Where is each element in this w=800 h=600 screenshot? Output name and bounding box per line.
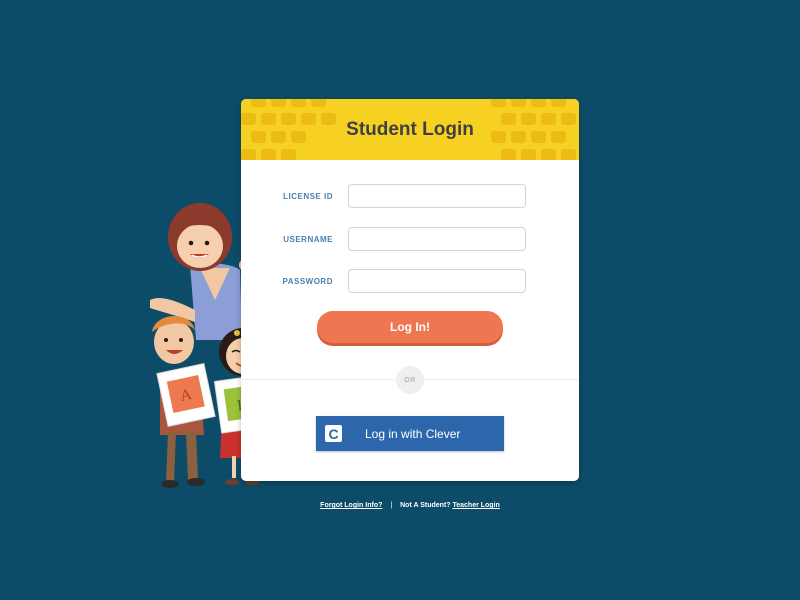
header-pattern-tile bbox=[311, 99, 326, 107]
login-card-header: Student Login bbox=[241, 99, 579, 160]
username-row: USERNAME bbox=[241, 226, 579, 252]
header-pattern-tile bbox=[561, 113, 576, 125]
clever-logo-icon: C bbox=[325, 425, 342, 442]
header-pattern-tile bbox=[561, 149, 576, 160]
header-pattern-tile bbox=[281, 113, 296, 125]
header-pattern-tile bbox=[531, 99, 546, 107]
header-pattern-tile bbox=[491, 131, 506, 143]
header-pattern-tile bbox=[511, 131, 526, 143]
header-pattern-tile bbox=[551, 99, 566, 107]
forgot-login-link[interactable]: Forgot Login Info? bbox=[320, 502, 382, 509]
header-pattern-tile bbox=[541, 113, 556, 125]
header-pattern-tile bbox=[241, 149, 256, 160]
header-pattern-tile bbox=[521, 113, 536, 125]
license-id-row: LICENSE ID bbox=[241, 183, 579, 209]
header-pattern-tile bbox=[261, 149, 276, 160]
password-label: PASSWORD bbox=[282, 276, 333, 286]
header-pattern-tile bbox=[321, 113, 336, 125]
header-pattern-tile bbox=[251, 131, 266, 143]
clever-button-label: Log in with Clever bbox=[365, 426, 461, 441]
login-card: Student Login LICENSE ID USERNAME PASSWO… bbox=[241, 99, 579, 481]
password-input[interactable] bbox=[348, 269, 526, 293]
header-pattern-tile bbox=[241, 113, 256, 125]
header-pattern-tile bbox=[301, 113, 316, 125]
log-in-button[interactable]: Log In! bbox=[317, 311, 503, 343]
or-badge: OR bbox=[396, 366, 424, 394]
header-pattern-tile bbox=[281, 149, 296, 160]
footer-links: Forgot Login Info? | Not A Student? Teac… bbox=[0, 502, 800, 509]
header-pattern-tile bbox=[551, 131, 566, 143]
header-pattern-tile bbox=[501, 149, 516, 160]
teacher-login-link[interactable]: Teacher Login bbox=[452, 502, 499, 509]
username-label: USERNAME bbox=[283, 234, 333, 244]
header-pattern-tile bbox=[251, 99, 266, 107]
header-pattern-tile bbox=[291, 99, 306, 107]
header-pattern-tile bbox=[271, 131, 286, 143]
header-pattern-tile bbox=[521, 149, 536, 160]
header-pattern-tile bbox=[501, 113, 516, 125]
header-pattern-tile bbox=[541, 149, 556, 160]
teacher-face bbox=[177, 224, 223, 268]
clever-login-button[interactable]: C Log in with Clever bbox=[316, 416, 504, 451]
not-student-text: Not A Student? bbox=[400, 502, 451, 509]
password-row: PASSWORD bbox=[241, 268, 579, 294]
header-pattern-tile bbox=[291, 131, 306, 143]
header-pattern-tile bbox=[531, 131, 546, 143]
header-pattern-tile bbox=[261, 113, 276, 125]
license-id-input[interactable] bbox=[348, 184, 526, 208]
header-pattern-tile bbox=[491, 99, 506, 107]
footer-separator: | bbox=[390, 502, 393, 509]
header-pattern-tile bbox=[271, 99, 286, 107]
header-pattern-tile bbox=[511, 99, 526, 107]
license-id-label: LICENSE ID bbox=[283, 191, 333, 201]
page-title: Student Login bbox=[346, 118, 474, 140]
username-input[interactable] bbox=[348, 227, 526, 251]
